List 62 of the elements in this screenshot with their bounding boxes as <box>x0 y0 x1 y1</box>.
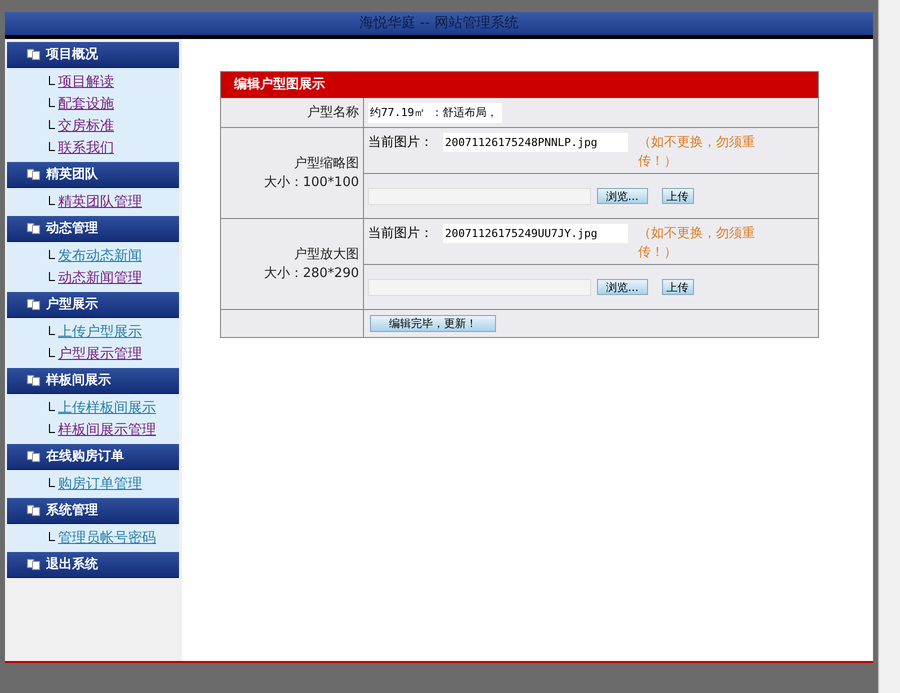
note-text: （如不更换，勿须重传！） <box>638 134 756 171</box>
sidebar-link[interactable]: 样板间展示管理 <box>58 420 156 440</box>
submit-button[interactable]: 编辑完毕，更新！ <box>370 315 496 332</box>
field-label: 当前图片： <box>368 134 433 152</box>
sidebar-link[interactable]: 发布动态新闻 <box>58 246 142 266</box>
tree-branch-icon <box>49 250 55 258</box>
tree-branch-icon <box>49 98 55 106</box>
tree-branch-icon <box>49 272 55 280</box>
filename-input[interactable]: 20071126175249UU7JY.jpg <box>443 224 628 243</box>
name-input[interactable]: 约77.19㎡ ：舒适布局， <box>368 102 502 122</box>
sidebar-link[interactable]: 交房标准 <box>58 116 114 136</box>
section-header[interactable]: 系统管理 <box>7 498 179 524</box>
upload-button[interactable]: 上传 <box>662 279 694 295</box>
sidebar-link[interactable]: 户型展示管理 <box>58 344 142 364</box>
sidebar-link[interactable]: 项目解读 <box>58 72 114 92</box>
section-header[interactable]: 样板间展示 <box>7 368 179 394</box>
section-header[interactable]: 精英团队 <box>7 162 179 188</box>
tree-branch-icon <box>49 478 55 486</box>
tree-branch-icon <box>49 142 55 150</box>
section-header[interactable]: 动态管理 <box>7 216 179 242</box>
tree-branch-icon <box>49 348 55 356</box>
documents-icon <box>27 223 40 234</box>
sidebar-link[interactable]: 精英团队管理 <box>58 192 142 212</box>
scrollbar[interactable] <box>878 0 900 693</box>
documents-icon <box>27 451 40 462</box>
documents-icon <box>27 375 40 386</box>
filename-input[interactable]: 20071126175248PNNLP.jpg <box>443 133 628 152</box>
sidebar-link[interactable]: 管理员帐号密码 <box>58 528 156 548</box>
sidebar-link[interactable]: 动态新闻管理 <box>58 268 142 288</box>
tree-branch-icon <box>49 402 55 410</box>
sidebar-link[interactable]: 上传户型展示 <box>58 322 142 342</box>
documents-icon <box>27 505 40 516</box>
section-header[interactable]: 在线购房订单 <box>7 444 179 470</box>
upload-button[interactable]: 上传 <box>662 188 694 204</box>
size-hint: 大小：280*290 <box>264 265 359 283</box>
window-title: 海悦华庭 -- 网站管理系统 <box>359 14 518 33</box>
documents-icon <box>27 49 40 60</box>
documents-icon <box>27 169 40 180</box>
sidebar-link[interactable]: 购房订单管理 <box>58 474 142 494</box>
sidebar-link[interactable]: 联系我们 <box>58 138 114 158</box>
browse-button[interactable]: 浏览... <box>597 279 648 295</box>
field-label: 当前图片： <box>368 225 433 243</box>
tree-branch-icon <box>49 424 55 432</box>
tree-branch-icon <box>49 532 55 540</box>
tree-branch-icon <box>49 120 55 128</box>
tree-branch-icon <box>49 76 55 84</box>
documents-icon <box>27 299 40 310</box>
browse-button[interactable]: 浏览... <box>597 188 648 204</box>
tree-branch-icon <box>49 196 55 204</box>
field-label: 户型放大图 <box>294 246 359 264</box>
size-hint: 大小：100*100 <box>264 174 359 192</box>
section-header[interactable]: 退出系统 <box>7 552 179 578</box>
section-header[interactable]: 户型展示 <box>7 292 179 318</box>
documents-icon <box>27 559 40 570</box>
sidebar-link[interactable]: 上传样板间展示 <box>58 398 156 418</box>
section-header[interactable]: 项目概况 <box>7 42 179 68</box>
tree-branch-icon <box>49 326 55 334</box>
panel-title: 编辑户型图展示 <box>234 76 325 94</box>
note-text: （如不更换，勿须重传！） <box>638 225 756 262</box>
field-label: 户型名称 <box>307 104 359 122</box>
field-label: 户型缩略图 <box>294 154 359 172</box>
sidebar-link[interactable]: 配套设施 <box>58 94 114 114</box>
